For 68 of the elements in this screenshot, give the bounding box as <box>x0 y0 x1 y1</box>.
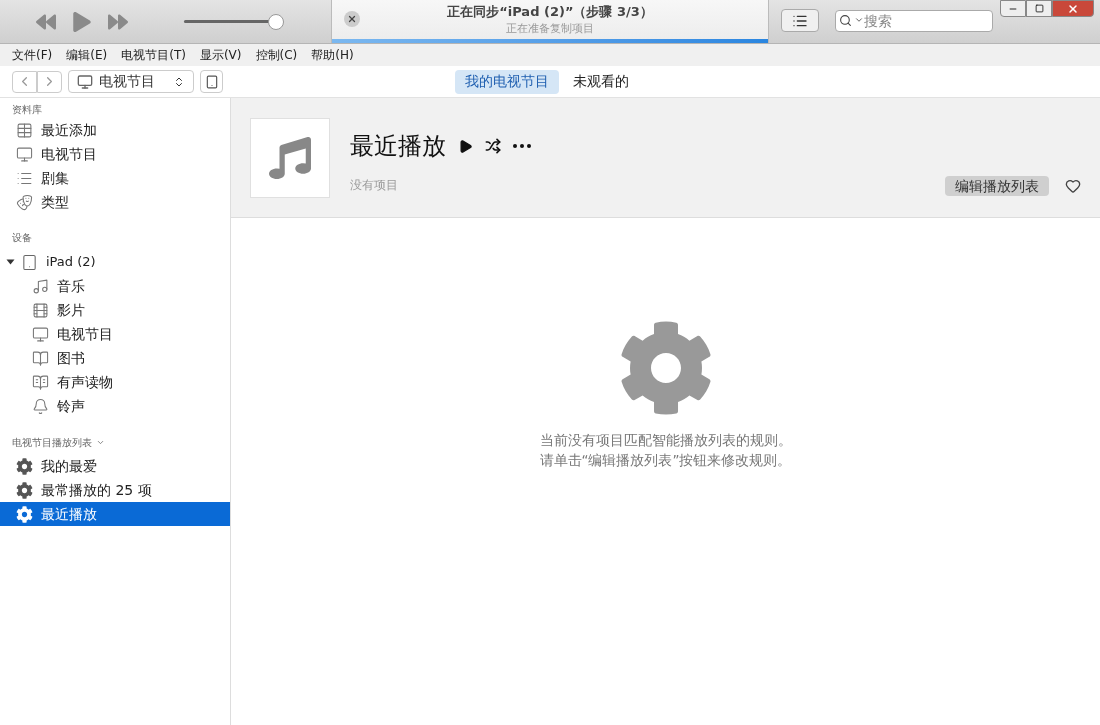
sync-subtitle: 正在准备复制项目 <box>506 21 594 37</box>
sidebar-item[interactable]: 最近添加 <box>0 118 230 142</box>
film-strip-icon <box>32 301 49 319</box>
gear-icon <box>16 457 33 475</box>
playlist-title: 最近播放 <box>350 131 446 162</box>
close-window-button[interactable] <box>1052 0 1094 17</box>
search-icon <box>839 13 852 27</box>
chevron-down-icon <box>854 15 864 25</box>
heart-icon[interactable] <box>1065 178 1081 194</box>
menu-item[interactable]: 电视节目(T) <box>121 46 186 64</box>
empty-message: 请单击“编辑播放列表”按钮来修改规则。 <box>539 451 792 470</box>
close-icon <box>347 14 357 24</box>
edit-playlist-button[interactable]: 编辑播放列表 <box>945 176 1049 196</box>
media-picker[interactable]: 电视节目 <box>68 70 194 93</box>
device-item[interactable]: iPad (2) <box>0 250 230 274</box>
menu-item[interactable]: 帮助(H) <box>311 46 354 64</box>
tab[interactable]: 我的电视节目 <box>455 69 559 94</box>
section-heading: 设备 <box>11 231 33 245</box>
menu-item[interactable]: 文件(F) <box>12 46 53 64</box>
sidebar-item[interactable]: 有声读物 <box>0 370 230 394</box>
sidebar-item[interactable]: 电视节目 <box>0 322 230 346</box>
volume-slider[interactable] <box>184 13 284 30</box>
playlist-item[interactable]: 最常播放的 25 项 <box>0 478 230 502</box>
empty-message: 当前没有项目匹配智能播放列表的规则。 <box>539 431 792 450</box>
monitor-icon <box>32 325 49 343</box>
section-heading: 资料库 <box>11 103 43 117</box>
music-note-icon <box>269 137 311 179</box>
playlist-item[interactable]: 最近播放 <box>0 502 230 526</box>
gear-icon <box>16 481 33 499</box>
disclosure-triangle-icon[interactable] <box>6 259 15 265</box>
sidebar-item[interactable]: 图书 <box>0 346 230 370</box>
maximize-button[interactable] <box>1026 0 1052 17</box>
tablet-icon <box>204 74 219 89</box>
maximize-icon <box>1034 4 1044 13</box>
close-icon <box>1067 2 1079 15</box>
sidebar-item[interactable]: 铃声 <box>0 394 230 418</box>
tab[interactable]: 未观看的 <box>563 69 639 94</box>
sync-title: 正在同步“iPad (2)”（步骤 3/3） <box>447 2 653 21</box>
table-grid-icon <box>16 121 33 139</box>
menu-item[interactable]: 显示(V) <box>199 46 242 64</box>
play-icon[interactable] <box>458 138 473 154</box>
shuffle-icon[interactable] <box>485 138 501 154</box>
menu-item[interactable]: 编辑(E) <box>66 46 108 64</box>
search-field[interactable]: 搜索 <box>835 10 993 32</box>
tablet-icon <box>21 253 38 271</box>
open-book-icon <box>32 349 49 367</box>
sidebar-item[interactable]: 剧集 <box>0 166 230 190</box>
sidebar-item[interactable]: 音乐 <box>0 274 230 298</box>
monitor-icon <box>77 73 93 90</box>
device-button[interactable] <box>200 70 223 93</box>
item-count: 没有项目 <box>350 177 399 194</box>
menu-item[interactable]: 控制(C) <box>255 46 298 64</box>
gear-icon <box>16 505 33 523</box>
book-icon <box>32 373 49 391</box>
section-heading: 电视节目播放列表 <box>12 435 92 450</box>
close-button[interactable] <box>344 11 360 27</box>
sidebar-item[interactable]: 影片 <box>0 298 230 322</box>
sidebar-item[interactable]: 电视节目 <box>0 142 230 166</box>
theater-masks-icon <box>16 193 33 211</box>
monitor-icon <box>16 145 33 163</box>
sidebar-item[interactable]: 类型 <box>0 190 230 214</box>
chevron-updown-icon <box>173 75 185 88</box>
more-icon[interactable] <box>513 144 531 148</box>
list-view-button[interactable] <box>781 9 819 32</box>
music-note-icon <box>32 277 49 295</box>
bell-icon <box>32 397 49 415</box>
playlist-item[interactable]: 我的最爱 <box>0 454 230 478</box>
minimize-button[interactable] <box>1000 0 1026 17</box>
